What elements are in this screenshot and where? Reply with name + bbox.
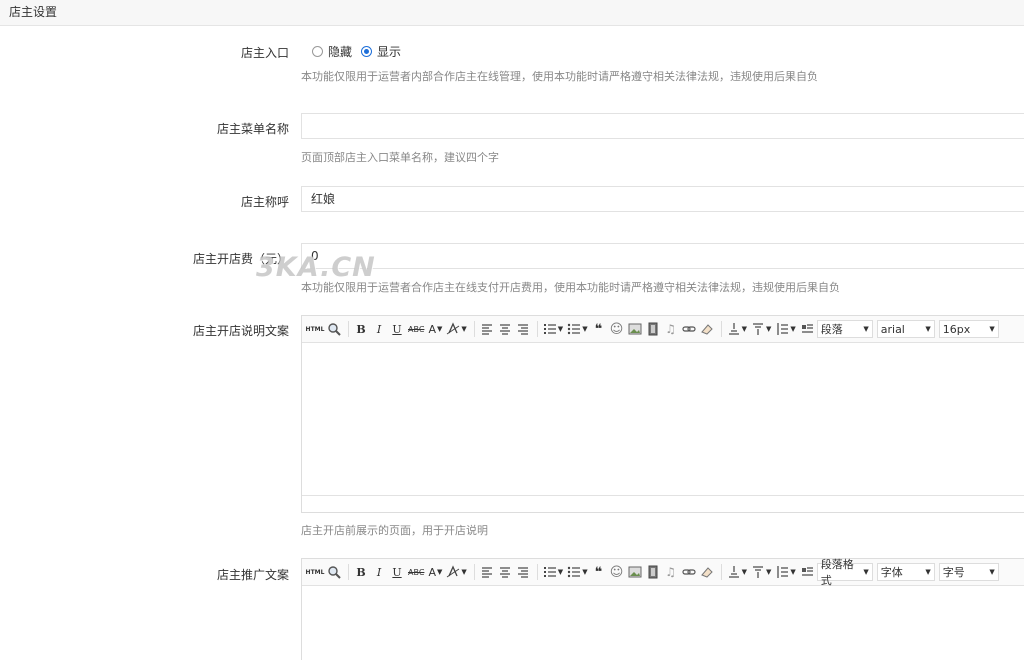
background-color-button[interactable]: ▼: [445, 563, 467, 581]
row-spacing-top-icon[interactable]: ▼: [726, 320, 748, 338]
emotion-icon[interactable]: ☺: [609, 563, 625, 581]
open-desc-help: 店主开店前展示的页面，用于开店说明: [301, 524, 488, 537]
line-height-icon[interactable]: ▼: [774, 563, 796, 581]
row-spacing-bottom-icon[interactable]: ▼: [750, 320, 772, 338]
html-source-button[interactable]: HTML: [306, 563, 325, 581]
paragraph-select[interactable]: 段落格式 ▼: [816, 558, 873, 587]
align-left-icon[interactable]: [479, 320, 495, 338]
paragraph-format-icon[interactable]: [799, 320, 815, 338]
watermark: 3KA.CN: [256, 252, 376, 283]
emotion-icon[interactable]: ☺: [609, 320, 625, 338]
ordered-list-icon[interactable]: ▼: [542, 320, 564, 338]
underline-button[interactable]: U: [389, 320, 405, 338]
video-icon[interactable]: [645, 563, 661, 581]
font-color-glyph: A: [428, 322, 436, 336]
open-desc-toolbar: HTML B I U ABC A ▼ ▼ ▼ ▼ ❝ ☺ ♫ ▼ ▼ ▼ 段落 …: [302, 316, 1024, 343]
open-fee-help: 本功能仅限用于运营者合作店主在线支付开店费用，使用本功能时请严格遵守相关法律法规…: [301, 281, 840, 294]
open-desc-editor-footer: [302, 495, 1024, 512]
font-family-select-value: arial: [880, 322, 905, 336]
align-left-icon[interactable]: [479, 563, 495, 581]
line-height-icon[interactable]: ▼: [774, 320, 796, 338]
title-name-label: 店主称呼: [240, 195, 289, 209]
align-right-icon[interactable]: [515, 563, 531, 581]
video-icon[interactable]: [645, 320, 661, 338]
menu-name-input[interactable]: [301, 113, 1024, 139]
image-icon[interactable]: [627, 563, 643, 581]
shop-entry-label: 店主入口: [240, 46, 289, 60]
italic-button[interactable]: I: [371, 320, 387, 338]
align-right-icon[interactable]: [515, 320, 531, 338]
font-color-button[interactable]: A ▼: [427, 320, 443, 338]
open-desc-label: 店主开店说明文案: [192, 324, 289, 338]
radio-show[interactable]: 显示: [361, 43, 401, 60]
radio-hide-dot[interactable]: [312, 46, 323, 57]
link-icon[interactable]: [681, 563, 697, 581]
quote-icon[interactable]: ❝: [591, 320, 607, 338]
font-color-button[interactable]: A ▼: [427, 563, 443, 581]
font-family-select-value: 字体: [880, 566, 903, 579]
promo-toolbar: HTML B I U ABC A ▼ ▼ ▼ ▼ ❝ ☺ ♫ ▼ ▼ ▼ 段落格…: [302, 558, 1024, 587]
radio-show-dot[interactable]: [361, 46, 373, 57]
eraser-icon[interactable]: [699, 563, 715, 581]
music-icon[interactable]: ♫: [663, 320, 679, 338]
paragraph-format-icon[interactable]: [799, 563, 815, 581]
menu-name-help: 页面顶部店主入口菜单名称，建议四个字: [301, 151, 499, 164]
page-title: 店主设置: [9, 5, 58, 19]
align-center-icon[interactable]: [497, 563, 513, 581]
radio-hide-label: 隐藏: [328, 45, 353, 59]
promo-label: 店主推广文案: [216, 568, 289, 582]
italic-button[interactable]: I: [371, 563, 387, 581]
align-center-icon[interactable]: [497, 320, 513, 338]
page-header: 店主设置: [0, 0, 1024, 26]
bold-button[interactable]: B: [353, 320, 369, 338]
strikethrough-button[interactable]: ABC: [407, 563, 425, 581]
title-name-input[interactable]: 红娘: [301, 186, 1024, 212]
underline-button[interactable]: U: [389, 563, 405, 581]
html-source-button[interactable]: HTML: [306, 320, 325, 338]
row-spacing-bottom-icon[interactable]: ▼: [750, 563, 772, 581]
font-size-select-value: 字号: [942, 566, 965, 579]
bold-button[interactable]: B: [353, 563, 369, 581]
font-family-select[interactable]: arial ▼: [876, 320, 935, 338]
radio-show-label: 显示: [377, 45, 402, 59]
radio-hide[interactable]: 隐藏: [312, 43, 352, 60]
image-icon[interactable]: [627, 320, 643, 338]
font-size-select[interactable]: 16px ▼: [938, 320, 999, 338]
font-family-select[interactable]: 字体 ▼: [876, 563, 935, 581]
background-color-button[interactable]: ▼: [445, 320, 467, 338]
quote-icon[interactable]: ❝: [591, 563, 607, 581]
shop-entry-help: 本功能仅限用于运营者内部合作店主在线管理，使用本功能时请严格遵守相关法律法规，违…: [301, 70, 818, 83]
unordered-list-icon[interactable]: ▼: [566, 320, 588, 338]
shop-entry-radio-group: 隐藏 显示: [312, 43, 410, 60]
open-desc-editor[interactable]: HTML B I U ABC A ▼ ▼ ▼ ▼ ❝ ☺ ♫ ▼ ▼ ▼ 段落 …: [301, 315, 1024, 513]
search-icon[interactable]: [326, 320, 342, 338]
link-icon[interactable]: [681, 320, 697, 338]
strikethrough-button[interactable]: ABC: [407, 320, 425, 338]
paragraph-select[interactable]: 段落 ▼: [816, 320, 873, 338]
search-icon[interactable]: [326, 563, 342, 581]
eraser-icon[interactable]: [699, 320, 715, 338]
font-size-select[interactable]: 字号 ▼: [938, 563, 999, 581]
row-spacing-top-icon[interactable]: ▼: [726, 563, 748, 581]
open-desc-editor-body[interactable]: [302, 343, 1024, 495]
paragraph-select-value: 段落: [820, 323, 843, 336]
font-size-select-value: 16px: [942, 322, 971, 336]
open-fee-input[interactable]: 0: [301, 243, 1024, 269]
paragraph-select-value: 段落格式: [820, 558, 854, 587]
ordered-list-icon[interactable]: ▼: [542, 563, 564, 581]
music-icon[interactable]: ♫: [663, 563, 679, 581]
font-color-glyph: A: [428, 565, 436, 579]
menu-name-label: 店主菜单名称: [216, 122, 289, 136]
unordered-list-icon[interactable]: ▼: [566, 563, 588, 581]
promo-editor-body[interactable]: [302, 586, 1024, 660]
promo-editor[interactable]: HTML B I U ABC A ▼ ▼ ▼ ▼ ❝ ☺ ♫ ▼ ▼ ▼ 段落格…: [301, 558, 1024, 660]
